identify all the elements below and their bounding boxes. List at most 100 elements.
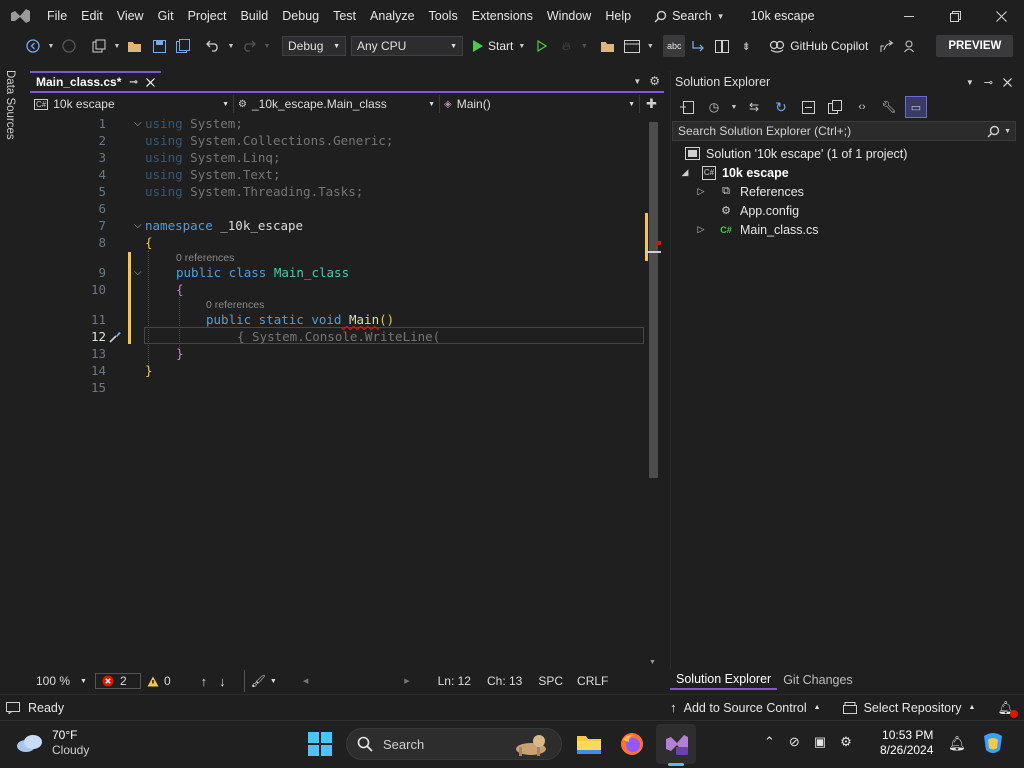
error-count-button[interactable]: 2 xyxy=(94,673,141,689)
undo-dropdown[interactable]: ▼ xyxy=(226,35,236,57)
feedback-button[interactable] xyxy=(900,35,922,57)
collapse-button[interactable]: ⇟ xyxy=(735,35,757,57)
redo-dropdown[interactable]: ▼ xyxy=(262,35,272,57)
close-icon[interactable] xyxy=(145,77,155,87)
save-all-button[interactable] xyxy=(172,35,194,57)
code-cleanup-button[interactable]: 🖌︎ ▼ xyxy=(243,670,283,692)
spell-check-button[interactable]: abc xyxy=(663,35,686,57)
global-search-button[interactable]: Search ▼ xyxy=(654,0,725,32)
view-code-button[interactable]: ‹› xyxy=(851,96,873,118)
start-button[interactable] xyxy=(308,732,332,756)
hot-reload-button[interactable]: 🔥︎ xyxy=(555,35,577,57)
quick-actions-icon[interactable] xyxy=(108,330,122,344)
navigate-forward-button[interactable] xyxy=(58,35,80,57)
start-debugging-button[interactable]: Start ▼ xyxy=(473,35,525,57)
tab-solution-explorer[interactable]: Solution Explorer xyxy=(670,669,778,690)
menu-window[interactable]: Window xyxy=(540,0,598,32)
step-into-button[interactable] xyxy=(687,35,709,57)
new-dropdown[interactable]: ▼ xyxy=(112,35,122,57)
pending-changes-filter-button[interactable]: ◷ xyxy=(703,96,725,118)
refresh-button[interactable]: ↻ xyxy=(770,96,792,118)
collapse-all-button[interactable] xyxy=(797,96,819,118)
redo-button[interactable] xyxy=(238,35,260,57)
menu-edit[interactable]: Edit xyxy=(74,0,110,32)
minimize-button[interactable] xyxy=(886,0,932,32)
share-button[interactable] xyxy=(876,35,898,57)
chevron-up-icon[interactable]: ⌃ xyxy=(764,734,775,750)
codelens-references[interactable]: 0 references xyxy=(206,299,264,311)
display-icon[interactable]: ▣ xyxy=(814,734,826,750)
tab-list-dropdown[interactable]: ▼ xyxy=(633,77,641,86)
menu-git[interactable]: Git xyxy=(151,0,181,32)
sync-with-document-button[interactable]: ⇆ xyxy=(743,96,765,118)
horizontal-scroll-left[interactable]: ◀ xyxy=(297,670,314,692)
copilot-taskbar-icon[interactable] xyxy=(980,732,1006,756)
tab-main-class[interactable]: Main_class.cs* ⊸ xyxy=(30,71,161,91)
scroll-down-arrow[interactable]: ▼ xyxy=(649,659,656,666)
menu-test[interactable]: Test xyxy=(326,0,363,32)
pin-icon[interactable]: ⊸ xyxy=(984,76,993,89)
solution-platform-dropdown[interactable]: Any CPU ▼ xyxy=(351,36,463,56)
open-folder-button[interactable] xyxy=(597,35,619,57)
collapse-region-icon[interactable]: ⌵ xyxy=(134,118,142,129)
solution-configuration-dropdown[interactable]: Debug ▼ xyxy=(282,36,346,56)
hot-reload-dropdown[interactable]: ▼ xyxy=(579,35,589,57)
panel-options-dropdown[interactable]: ▼ xyxy=(966,78,974,87)
navigate-back-button[interactable] xyxy=(22,35,44,57)
whitespace-indicator[interactable]: SPC xyxy=(532,670,569,692)
next-issue-button[interactable]: ↓ xyxy=(213,670,232,692)
column-indicator[interactable]: Ch: 13 xyxy=(481,670,528,692)
filter-dropdown[interactable]: ▼ xyxy=(730,96,738,118)
file-explorer-taskbar-icon[interactable] xyxy=(576,733,602,755)
notifications-button[interactable]: 🔔︎ xyxy=(997,700,1018,718)
save-button[interactable] xyxy=(148,35,170,57)
codelens-references[interactable]: 0 references xyxy=(176,252,234,264)
menu-project[interactable]: Project xyxy=(181,0,234,32)
menu-build[interactable]: Build xyxy=(233,0,275,32)
preview-button[interactable]: PREVIEW xyxy=(936,35,1014,57)
collapsed-arrow-icon[interactable]: ▷ xyxy=(694,186,708,197)
back-dropdown[interactable]: ▼ xyxy=(46,35,56,57)
tree-item-references[interactable]: ▷ ⧉ References xyxy=(694,182,804,201)
properties-button[interactable]: 🔧︎ xyxy=(878,96,900,118)
undo-button[interactable] xyxy=(202,35,224,57)
clock[interactable]: 10:53 PM 8/26/2024 xyxy=(880,728,933,758)
start-without-debugging-button[interactable] xyxy=(531,35,553,57)
close-icon[interactable] xyxy=(1003,77,1012,87)
new-project-button[interactable] xyxy=(88,35,110,57)
warning-count-button[interactable]: 0 xyxy=(141,670,177,692)
line-indicator[interactable]: Ln: 12 xyxy=(432,670,477,692)
show-all-files-button[interactable] xyxy=(824,96,846,118)
horizontal-scrollbar[interactable] xyxy=(314,677,398,685)
line-ending-indicator[interactable]: CRLF xyxy=(571,670,614,692)
horizontal-scroll-right[interactable]: ▶ xyxy=(398,670,415,692)
menu-analyze[interactable]: Analyze xyxy=(363,0,421,32)
search-options-dropdown[interactable]: ▼ xyxy=(1004,128,1011,135)
tree-item-main-class[interactable]: ▷ C# Main_class.cs xyxy=(694,220,819,239)
menu-view[interactable]: View xyxy=(110,0,151,32)
layout-button[interactable] xyxy=(621,35,643,57)
preview-selected-items-button[interactable]: ▭ xyxy=(905,96,927,118)
collapsed-arrow-icon[interactable]: ▷ xyxy=(694,224,708,235)
data-sources-tab[interactable]: Data Sources xyxy=(4,70,16,140)
toolbar-overflow-button[interactable]: ▼ xyxy=(645,35,655,57)
visual-studio-taskbar-icon[interactable] xyxy=(656,724,696,764)
restore-button[interactable] xyxy=(932,0,978,32)
switch-views-button[interactable] xyxy=(676,96,698,118)
project-navigation-dropdown[interactable]: C# 10k escape ▼ xyxy=(30,95,234,113)
collapse-region-icon[interactable]: ⌵ xyxy=(134,267,142,278)
solution-search-input[interactable]: Search Solution Explorer (Ctrl+;) ▼ xyxy=(672,121,1016,141)
menu-file[interactable]: File xyxy=(40,0,74,32)
github-copilot-button[interactable]: GitHub Copilot xyxy=(769,35,868,57)
menu-extensions[interactable]: Extensions xyxy=(465,0,540,32)
select-repository-button[interactable]: Select Repository ▲ xyxy=(842,701,975,715)
type-navigation-dropdown[interactable]: ⚙︎ _10k_escape.Main_class ▼ xyxy=(234,95,440,113)
tree-item-solution[interactable]: Solution '10k escape' (1 of 1 project) xyxy=(684,144,907,163)
notification-center-button[interactable]: 🔔︎ xyxy=(948,735,966,752)
tree-item-project[interactable]: ◢ C# 10k escape xyxy=(678,163,789,182)
firefox-taskbar-icon[interactable] xyxy=(620,732,644,756)
settings-icon[interactable]: ⚙ xyxy=(840,734,852,750)
open-file-button[interactable] xyxy=(124,35,146,57)
taskbar-search-box[interactable]: Search xyxy=(346,728,562,760)
split-editor-button[interactable]: ✚ xyxy=(646,96,657,112)
